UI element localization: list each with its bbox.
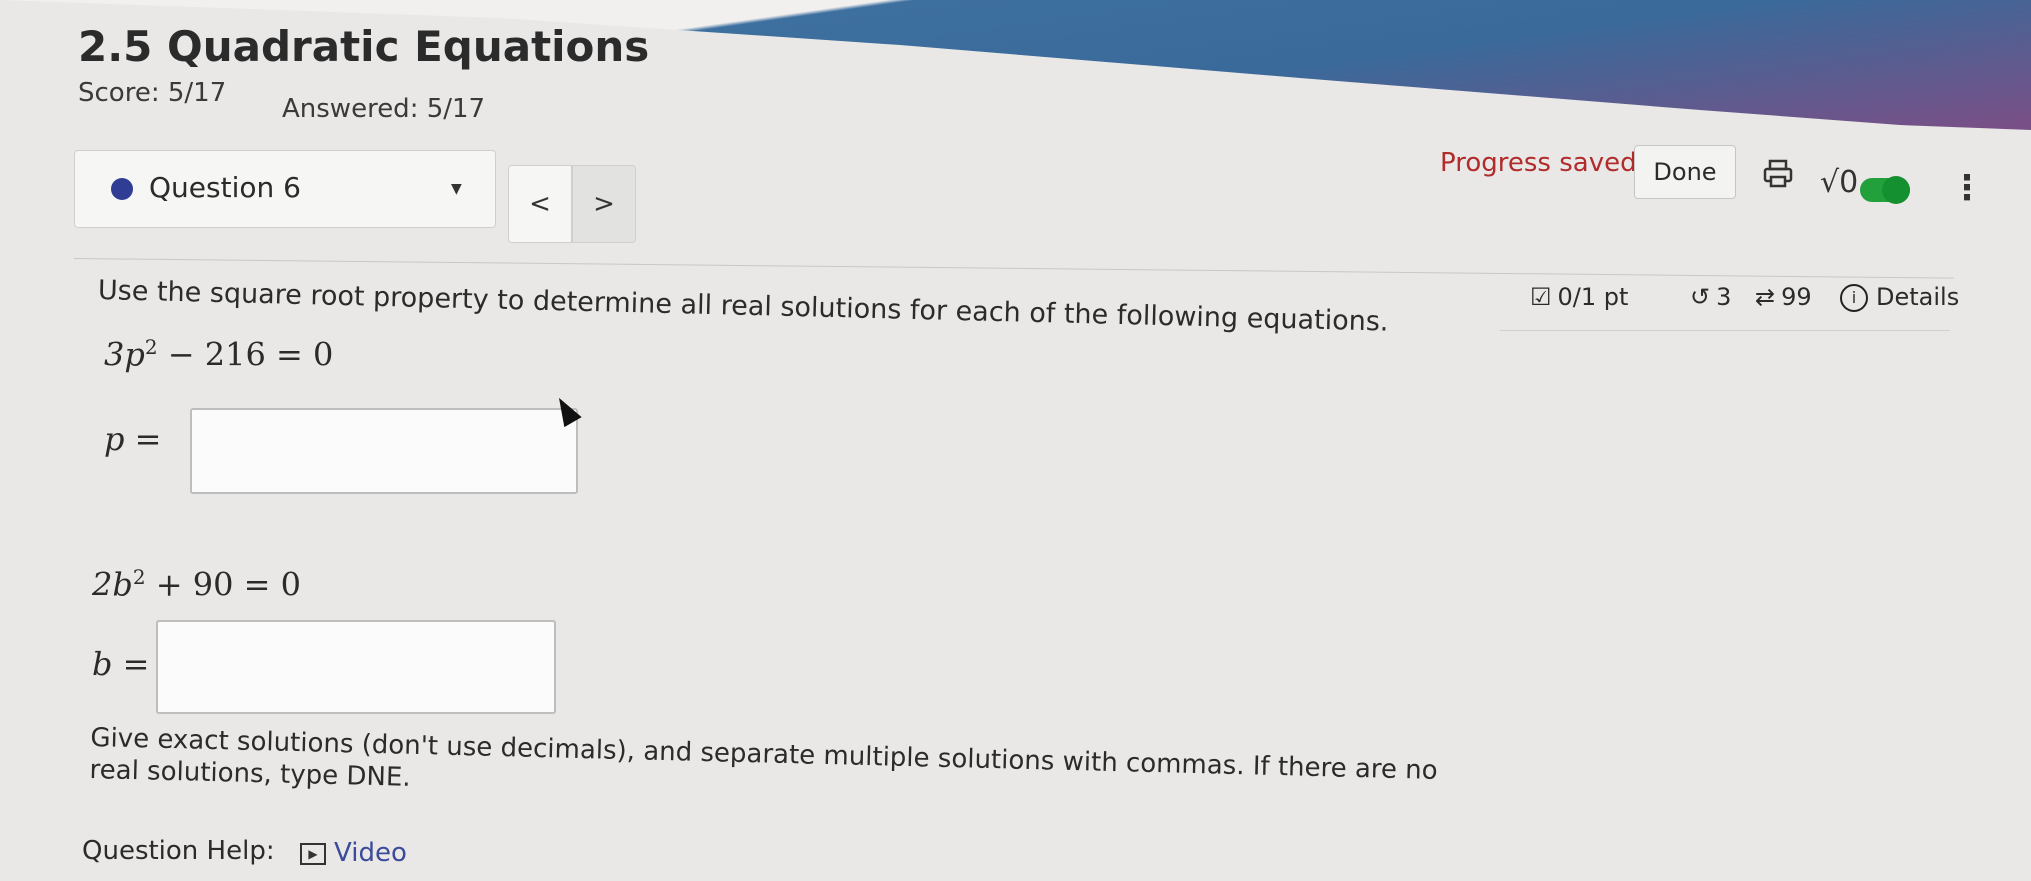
next-question-button[interactable]: > xyxy=(572,165,636,243)
question-selector-label: Question 6 xyxy=(149,171,301,204)
checkbox-icon: ☑ xyxy=(1530,283,1552,311)
points-indicator: ☑ 0/1 pt xyxy=(1530,283,1629,311)
print-icon[interactable] xyxy=(1762,158,1794,198)
progress-saved-status: Progress saved xyxy=(1440,148,1637,178)
answer-label-p: p = xyxy=(104,420,162,458)
details-divider xyxy=(1500,330,1950,331)
video-help-link[interactable]: ▶ Video xyxy=(300,838,407,868)
assignment-title: 2.5 Quadratic Equations xyxy=(78,22,650,71)
question-selector[interactable]: Question 6 ▼ xyxy=(74,150,496,228)
question-prompt: Use the square root property to determin… xyxy=(97,275,1389,338)
attempts-counter: ⇄ 99 xyxy=(1755,283,1812,311)
retry-counter: ↺ 3 xyxy=(1690,283,1732,311)
toggle-switch[interactable] xyxy=(1860,176,1910,204)
question-help-label: Question Help: xyxy=(82,836,275,866)
retry-icon: ↺ xyxy=(1690,283,1711,311)
chevron-down-icon: ▼ xyxy=(451,181,462,197)
done-button[interactable]: Done xyxy=(1634,145,1736,199)
assignment-page: 2.5 Quadratic Equations Score: 5/17 Answ… xyxy=(0,0,2031,881)
previous-question-button[interactable]: < xyxy=(508,165,572,243)
swap-icon: ⇄ xyxy=(1755,283,1776,311)
equation-1: 3p2 − 216 = 0 xyxy=(104,335,334,374)
info-icon: i xyxy=(1840,284,1868,312)
divider xyxy=(73,258,1954,279)
question-status-dot xyxy=(111,178,133,200)
sqrt-icon[interactable]: √0 xyxy=(1820,165,1858,200)
equation-2: 2b2 + 90 = 0 xyxy=(92,565,301,604)
more-vertical-icon[interactable]: ⋮ xyxy=(1950,168,1984,208)
answer-instructions: Give exact solutions (don't use decimals… xyxy=(89,723,1438,793)
answer-input-b[interactable] xyxy=(156,620,556,714)
score-text: Score: 5/17 xyxy=(78,78,227,108)
answered-text: Answered: 5/17 xyxy=(282,94,486,124)
answer-label-b: b = xyxy=(92,645,150,683)
play-icon: ▶ xyxy=(300,842,326,865)
answer-input-p[interactable] xyxy=(190,408,578,494)
details-link[interactable]: i Details xyxy=(1840,283,1959,312)
